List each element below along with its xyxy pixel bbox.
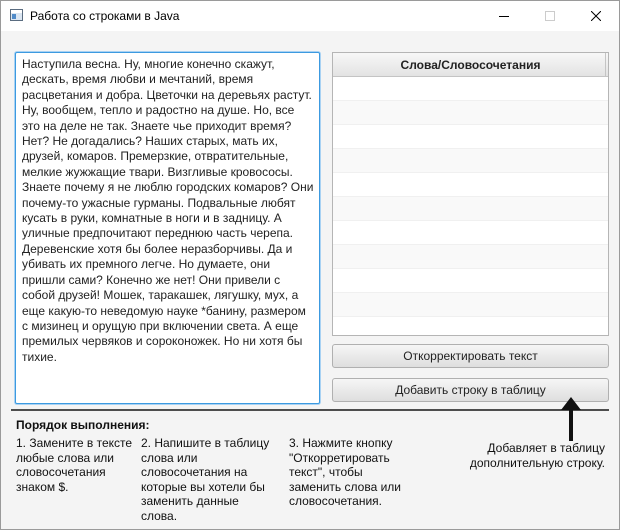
table-row[interactable] xyxy=(333,149,608,173)
arrow-up-icon xyxy=(561,397,581,441)
table-header-words[interactable]: Слова/Словосочетания xyxy=(333,53,608,77)
window-title: Работа со строками в Java xyxy=(30,9,180,23)
words-table[interactable]: Слова/Словосочетания xyxy=(332,52,609,336)
minimize-button[interactable] xyxy=(481,1,527,31)
title-bar[interactable]: Работа со строками в Java xyxy=(1,1,619,31)
close-button[interactable] xyxy=(573,1,619,31)
table-row[interactable] xyxy=(333,173,608,197)
maximize-button[interactable] xyxy=(527,1,573,31)
table-row[interactable] xyxy=(333,197,608,221)
table-row[interactable] xyxy=(333,125,608,149)
main-content: Наступила весна. Ну, многие конечно скаж… xyxy=(1,31,619,529)
close-icon xyxy=(591,11,601,21)
table-row[interactable] xyxy=(333,77,608,101)
section-divider xyxy=(11,409,609,411)
table-row[interactable] xyxy=(333,221,608,245)
instruction-step-3: 3. Нажмите кнопку "Откорретировать текст… xyxy=(289,436,401,508)
table-row[interactable] xyxy=(333,317,608,335)
app-window: Работа со строками в Java Наступила весн… xyxy=(0,0,620,530)
table-header-label: Слова/Словосочетания xyxy=(400,57,541,72)
table-row[interactable] xyxy=(333,293,608,317)
correct-text-button[interactable]: Откорректировать текст xyxy=(332,344,609,368)
java-app-icon xyxy=(10,9,23,21)
minimize-icon xyxy=(499,16,509,17)
table-row[interactable] xyxy=(333,269,608,293)
instruction-step-1: 1. Замените в тексте любые слова или сло… xyxy=(16,436,133,494)
instructions-title: Порядок выполнения: xyxy=(16,418,150,432)
table-row[interactable] xyxy=(333,245,608,269)
add-row-note: Добавляет в таблицу дополнительную строк… xyxy=(469,441,605,470)
table-row[interactable] xyxy=(333,101,608,125)
instruction-step-2: 2. Напишите в таблицу слова или словосоч… xyxy=(141,436,270,523)
source-text-area[interactable]: Наступила весна. Ну, многие конечно скаж… xyxy=(15,52,320,404)
maximize-icon xyxy=(545,11,555,21)
header-separator xyxy=(605,53,606,76)
